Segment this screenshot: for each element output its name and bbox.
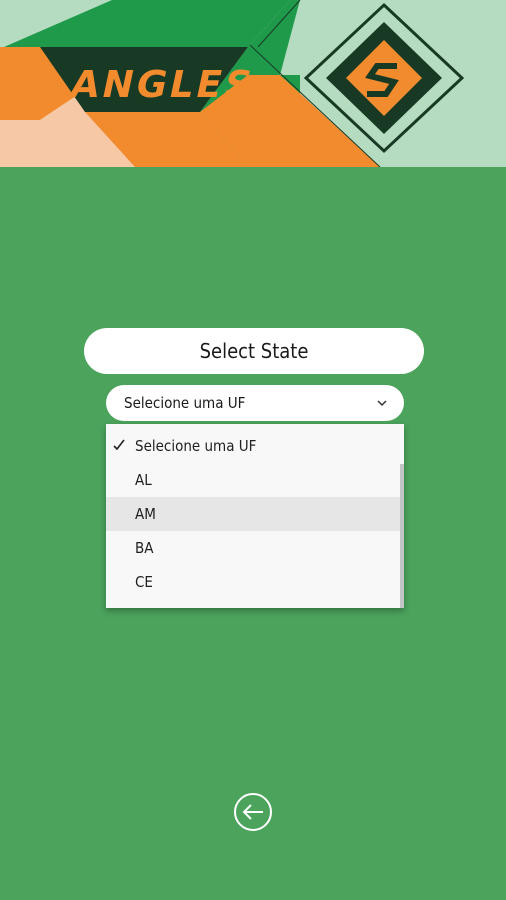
option-label: Selecione uma UF xyxy=(135,437,257,455)
arrow-left-circle-icon xyxy=(242,804,263,820)
page-title: Select State xyxy=(84,328,424,374)
option-label: AM xyxy=(135,505,156,523)
logo-text: ANGLES xyxy=(66,63,260,106)
option-label: AL xyxy=(135,471,152,489)
option-ba[interactable]: BA xyxy=(106,531,400,565)
back-button[interactable] xyxy=(234,793,272,831)
chevron-down-icon xyxy=(377,400,387,407)
checkmark-icon xyxy=(113,439,125,451)
state-dropdown-list: Selecione uma UF AL AM BA CE xyxy=(106,424,404,608)
state-select-value: Selecione uma UF xyxy=(124,394,246,412)
state-select[interactable]: Selecione uma UF xyxy=(106,385,404,421)
option-ce[interactable]: CE xyxy=(106,565,400,599)
option-label: BA xyxy=(135,539,154,557)
option-selecione-uf[interactable]: Selecione uma UF xyxy=(106,429,400,463)
option-label: CE xyxy=(135,573,153,591)
dropdown-scrollbar[interactable] xyxy=(400,464,404,608)
option-al[interactable]: AL xyxy=(106,463,400,497)
option-am[interactable]: AM xyxy=(106,497,400,531)
